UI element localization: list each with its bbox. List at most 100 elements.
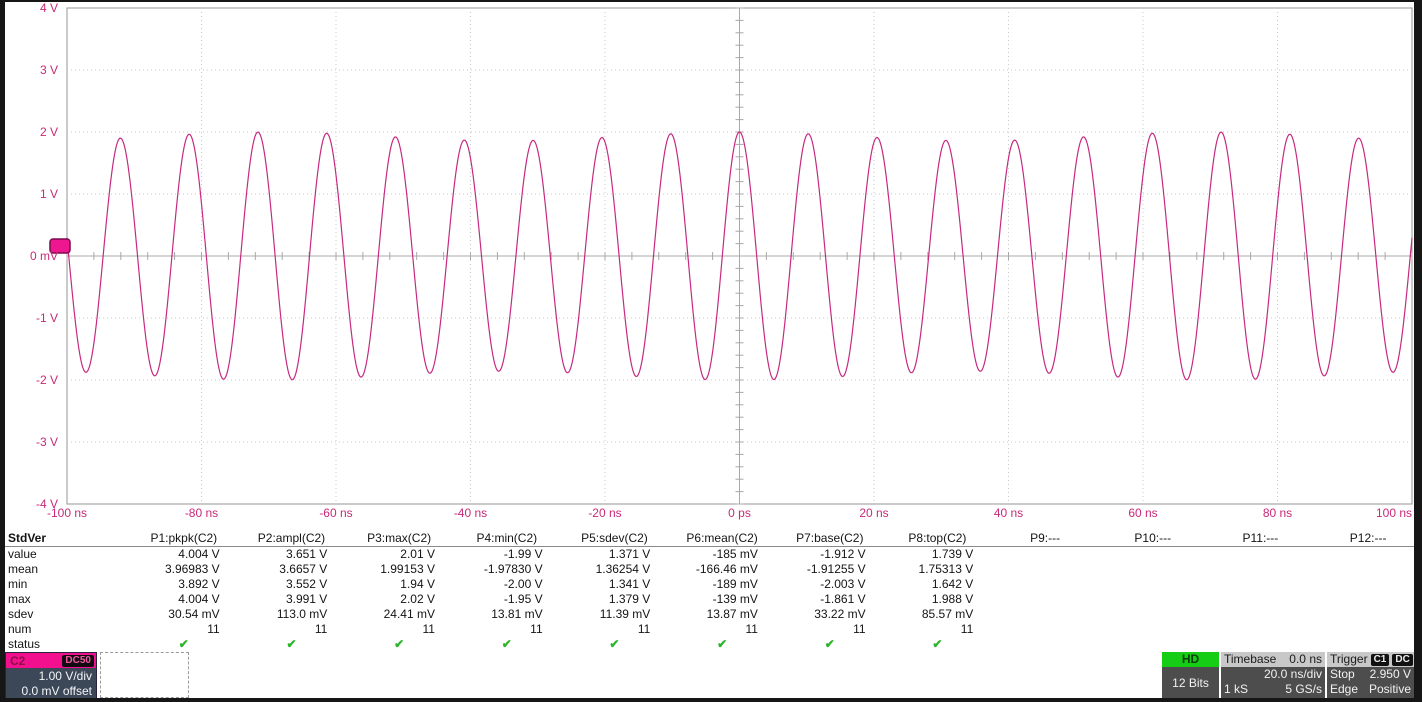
measurement-cell [1314,622,1422,637]
timebase-title: Timebase [1224,652,1277,666]
waveform-grid[interactable] [0,0,1422,520]
measurement-cell: -2.003 V [820,577,866,591]
timebase-samples: 1 kS [1224,682,1249,696]
measurement-row-sdev: sdev 30.54 mV 113.0 mV 24.41 mV 13.81 mV 11.3… [0,607,1422,622]
x-axis-tick-label: 60 ns [1128,506,1158,520]
measurement-cell: 11 [314,622,328,636]
measurement-cell [991,622,1099,637]
status-ok-check-icon: ✔ [394,637,405,651]
measurement-cell: 11 [530,622,543,636]
x-axis-tick-label: 20 ns [859,506,889,520]
measurement-header[interactable]: P3:max(C2) [345,530,453,547]
measurement-cell: 3.991 V [285,592,328,606]
y-axis-tick-label: 3 V [39,63,58,77]
x-axis-tick-label: -20 ns [588,506,622,520]
measurement-cell [1207,607,1315,622]
waveform-plot[interactable]: 4 V3 V2 V1 V0 mV -1 V -2 V -3 V -4 V -100 ns… [0,0,1422,530]
measurement-cell: 1.642 V [931,577,974,591]
measurement-cell [1207,592,1315,607]
status-ok-check-icon: ✔ [609,637,620,651]
measurement-header[interactable]: P6:mean(C2) [668,530,776,547]
measurement-cell [1207,562,1315,577]
measurement-cell: ✔ [238,637,346,652]
channel-slot-placeholder[interactable] [100,652,189,698]
measurement-cell: 1.94 V [400,577,435,591]
trigger-level: 2.950 V [1369,667,1411,681]
measurement-cell: 3.552 V [285,577,328,591]
trigger-descriptor-box[interactable]: Trigger C1 DC Stop 2.950 V Edge Positive [1327,652,1414,698]
screen-border-right [1414,0,1422,702]
measurement-cell [1207,577,1315,592]
measurement-header[interactable]: P4:min(C2) [452,530,561,547]
measurement-cell: 4.004 V [178,547,220,561]
x-axis-tick-label: -80 ns [184,506,219,520]
row-label: mean [8,562,39,576]
measurement-header[interactable]: P7:base(C2) [775,530,884,547]
trigger-slope: Positive [1368,682,1411,696]
measurement-row-min: min 3.892 V 3.552 V 1.94 V -2.00 V 1.341 V -18… [0,577,1422,592]
measurement-cell: -185 mV [712,547,758,561]
channel-c2-settings: 1.00 V/div 0.0 mV offset [6,668,96,700]
measurement-row-mean: mean 3.96983 V 3.6657 V 1.99153 V -1.97830 V… [0,562,1422,577]
measurement-cell [1099,607,1207,622]
row-label: status [8,637,41,651]
y-axis-tick-label: -3 V [35,435,58,449]
measurement-cell: 1.75313 V [918,562,974,576]
measurement-cell [1099,562,1207,577]
measurement-cell: 11 [637,622,651,636]
measurement-row-num: num 11 11 11 11 11 11 11 11 [0,622,1422,637]
timebase-settings: 20.0 ns/div 1 kS 5 GS/s [1221,667,1325,698]
measurement-cell: 2.02 V [400,592,435,606]
table-title-stdver: StdVer [0,530,130,547]
measurement-cell: 3.6657 V [279,562,328,576]
timebase-sample-rate: 5 GS/s [1285,682,1322,696]
channel-c2-header: C2 DC50 [6,653,96,668]
measurement-cell [1099,637,1207,652]
row-label: sdev [8,607,34,621]
y-axis-tick-label: 1 V [39,187,58,201]
hd-mode-badge: HD [1162,652,1219,667]
measurement-header[interactable]: P11:--- [1206,530,1315,547]
measurement-header[interactable]: P10:--- [1098,530,1207,547]
measurement-cell: 85.57 mV [921,607,974,621]
oscilloscope-screen: 4 V3 V2 V1 V0 mV -1 V -2 V -3 V -4 V -100 ns… [0,0,1422,702]
measurement-cell [991,562,1099,577]
y-axis-tick-label: 4 V [39,1,58,15]
timebase-scale: 20.0 ns/div [1263,667,1322,681]
measurement-cell: ✔ [130,637,238,652]
measurement-header[interactable]: P5:sdev(C2) [560,530,669,547]
measurement-cell: ✔ [345,637,453,652]
channel-c2-scale: 1.00 V/div [38,669,92,683]
status-ok-check-icon: ✔ [932,637,943,651]
measurement-cell: 1.371 V [608,547,651,561]
measurement-cell: 13.81 mV [491,607,543,621]
y-axis-tick-label: 0 mV [29,249,58,263]
row-label: max [8,592,31,606]
measurement-cell [1314,637,1422,652]
measurement-cell: 3.651 V [285,547,328,561]
measurement-cell [1314,607,1422,622]
trigger-mode: Stop [1330,667,1355,681]
measurement-cell: -1.861 V [820,592,866,606]
measurement-header[interactable]: P9:--- [991,530,1099,547]
trigger-settings: Stop 2.950 V Edge Positive [1327,667,1414,698]
measurement-cell: 1.379 V [608,592,651,606]
screen-border-top [0,0,1422,2]
measurement-cell: 1.341 V [608,577,651,591]
measurement-cell [1314,547,1422,563]
status-ok-check-icon: ✔ [286,637,297,651]
y-axis-tick-label: 2 V [39,125,58,139]
acquisition-hd-box[interactable]: HD 12 Bits [1162,652,1219,698]
y-axis-tick-label: -2 V [35,373,58,387]
status-ok-check-icon: ✔ [501,637,512,651]
measurement-header[interactable]: P2:ampl(C2) [237,530,346,547]
measurement-table: StdVer P1:pkpk(C2) P2:ampl(C2) P3:max(C2) P4… [0,530,1422,652]
measurement-header[interactable]: P12:--- [1314,530,1422,547]
channel-c2-descriptor-box[interactable]: C2 DC50 1.00 V/div 0.0 mV offset [5,652,97,700]
measurement-header[interactable]: P8:top(C2) [883,530,992,547]
measurement-cell: 33.22 mV [814,607,866,621]
timebase-descriptor-box[interactable]: Timebase 0.0 ns 20.0 ns/div 1 kS 5 GS/s [1221,652,1325,698]
trigger-coupling-badge: DC [1392,653,1413,666]
measurement-cell: 30.54 mV [168,607,220,621]
measurement-header[interactable]: P1:pkpk(C2) [130,530,238,547]
